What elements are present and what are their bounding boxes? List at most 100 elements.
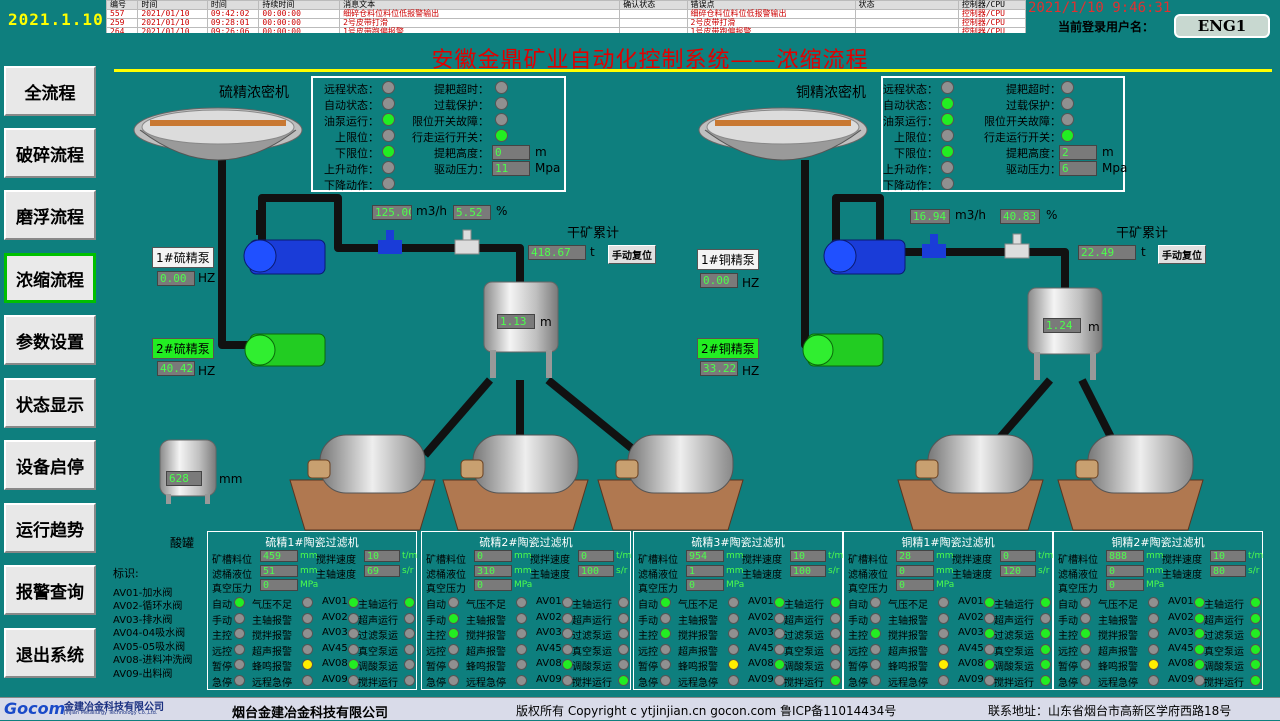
filter-status-led <box>830 674 841 686</box>
filter-status-led <box>302 674 313 686</box>
right-dry-label: 干矿累计 <box>1116 226 1169 241</box>
filter-lvl-value: 28 <box>896 550 934 562</box>
logo-company-en: Jinjian Metallurgy Technology Co.,Ltd. <box>64 710 158 716</box>
gocom-logo: Gocom <box>4 699 66 718</box>
right-pump1-label[interactable]: 1#铜精泵 <box>697 249 759 270</box>
filter-status-led <box>516 612 527 624</box>
filter-liq-value: 1 <box>686 565 724 577</box>
filter-status-label: 暂停 <box>1058 662 1078 673</box>
filter-status-label: 搅拌报警 <box>252 631 292 642</box>
left-pump2-label[interactable]: 2#硫精泵 <box>152 338 214 359</box>
left-pump1-value: 0.00 <box>157 271 195 286</box>
left-dry-label: 干矿累计 <box>567 226 620 241</box>
footer-address: 联系地址：山东省烟台市高新区学府西路18号 <box>988 704 1232 718</box>
legend-item: AV03-排水阀 <box>113 614 173 626</box>
ceramic-filter-icon <box>897 434 1044 531</box>
filter-status-label: AV01 <box>1168 596 1194 607</box>
right-reset-button[interactable]: 手动复位 <box>1158 245 1206 264</box>
filter-status-label: AV45 <box>536 642 562 654</box>
filter-vac-value: 0 <box>474 579 512 591</box>
filter-status-label: 急停 <box>848 677 868 689</box>
filter-status-led <box>404 674 415 686</box>
right-pump2-value: 33.22 <box>700 361 738 376</box>
filter-status-led <box>660 597 671 608</box>
filter-status-label: 急停 <box>212 677 232 689</box>
filter-spd-value: 69 <box>364 565 400 577</box>
footer-copyright: 版权所有 Copyright c ytjinjian.cn gocon.com … <box>516 704 897 718</box>
left-pump1-unit: HZ <box>198 271 216 285</box>
filter-status-led <box>618 612 629 624</box>
filter-status-led <box>1148 597 1159 608</box>
filter-label-liq: 滤桶液位 <box>848 570 888 581</box>
filter-status-label: AV08 <box>536 658 562 669</box>
filter-unit-mm: mm <box>514 551 532 561</box>
filter-vac-value: 0 <box>896 579 934 591</box>
filter-unit-sr: s/r <box>1248 566 1260 576</box>
filter-status-led <box>448 674 459 686</box>
filter-status-label: 远程急停 <box>466 677 506 689</box>
filter-unit-mm: mm <box>300 566 318 576</box>
filter-label-spd: 主轴速度 <box>742 570 782 581</box>
status-led <box>1061 113 1074 126</box>
filter-status-led <box>1080 674 1091 686</box>
filter-status-label: 气压不足 <box>252 600 292 611</box>
right-flow-value: 16.94 <box>910 209 950 224</box>
ceramic-filter-icon <box>1057 434 1204 531</box>
filter-label-stir: 搅拌速度 <box>316 555 356 566</box>
filter-status-led <box>234 643 245 655</box>
filter-title: 硫精2#陶瓷过滤机 <box>479 536 573 549</box>
filter-status-led <box>302 612 313 624</box>
filter-status-led <box>404 643 415 655</box>
left-valve1-icon <box>378 230 402 254</box>
filter-label-vac: 真空压力 <box>1058 584 1098 595</box>
filter-status-label: 主轴报警 <box>678 615 718 627</box>
left-flow-unit: m3/h <box>416 204 447 218</box>
right-thickener-icon <box>698 107 868 161</box>
filter-status-label: 超声报警 <box>466 646 506 658</box>
filter-title: 硫精3#陶瓷过滤机 <box>691 536 785 549</box>
status-unit: Mpa <box>1102 161 1128 175</box>
status-label-rakeover: 提耙超时： <box>434 83 489 96</box>
filter-status-label: 主轴运行 <box>572 600 612 611</box>
filter-status-label: 远程急停 <box>678 677 718 689</box>
filter-status-label: 气压不足 <box>888 600 928 611</box>
filter-status-label: 自动 <box>426 600 446 611</box>
filter-status-led <box>1148 659 1159 670</box>
filter-status-label: 暂停 <box>638 662 658 673</box>
filter-status-led <box>1080 659 1091 670</box>
status-led <box>495 129 508 142</box>
filter-status-label: 主轴运行 <box>1204 600 1244 611</box>
filter-unit-tm: t/m <box>402 551 418 561</box>
filter-status-label: AV09 <box>1168 673 1194 685</box>
filter-status-led <box>728 659 739 670</box>
filter-status-label: 过滤泵运 <box>994 631 1034 642</box>
status-label-rising: 上升动作： <box>324 163 379 176</box>
filter-status-label: 蜂鸣报警 <box>888 662 928 673</box>
filter-status-led <box>728 643 739 655</box>
filter-status-label: AV45 <box>748 642 774 654</box>
filter-status-led <box>870 612 881 624</box>
filter-title: 铜精2#陶瓷过滤机 <box>1111 536 1205 549</box>
filter-unit-mm: mm <box>936 566 954 576</box>
filter-status-label: 蜂鸣报警 <box>466 662 506 673</box>
filter-status-led <box>938 597 949 608</box>
left-pump1-label[interactable]: 1#硫精泵 <box>152 247 214 268</box>
filter-status-label: 自动 <box>212 600 232 611</box>
right-pump2-label[interactable]: 2#铜精泵 <box>697 338 759 359</box>
filter-label-lvl: 矿槽料位 <box>848 555 888 566</box>
filter-status-label: AV02 <box>748 611 774 623</box>
filter-status-label: 过滤泵运 <box>358 631 398 642</box>
right-tank-level: 1.24 <box>1043 318 1081 333</box>
left-thickener-status-panel: 远程状态： 自动状态： 油泵运行： 上限位： 下限位： 上升动作： 下降动作： 提耙超时： 过载… <box>311 76 566 192</box>
filter-status-label: 真空泵运 <box>572 646 612 658</box>
filter-status-label: AV45 <box>1168 642 1194 654</box>
filter-status-label: 过滤泵运 <box>572 631 612 642</box>
filter-stir-value: 0 <box>578 550 614 562</box>
right-pump2-unit: HZ <box>742 364 760 378</box>
status-led <box>941 145 954 158</box>
filter-status-led <box>516 628 527 639</box>
filter-status-led <box>830 643 841 655</box>
left-reset-button[interactable]: 手动复位 <box>608 245 656 264</box>
filter-liq-value: 0 <box>896 565 934 577</box>
status-led <box>941 161 954 174</box>
